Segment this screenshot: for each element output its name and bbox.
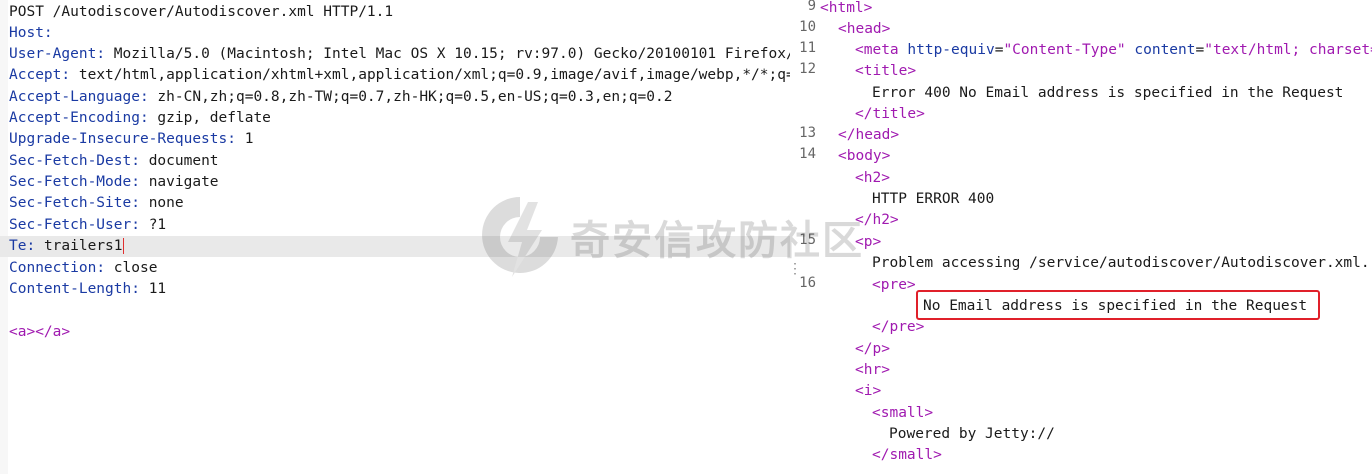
head-close-tag: </head> <box>838 127 900 143</box>
header-host: Host: <box>9 25 53 41</box>
h2-close-tag: </h2> <box>855 212 899 228</box>
body-open-tag: <body> <box>838 148 891 164</box>
header-upgrade-insecure-requests: Upgrade-Insecure-Requests: 1 <box>9 131 254 147</box>
title-text: Error 400 No Email address is specified … <box>872 85 1344 101</box>
small-close-tag: </small> <box>872 447 942 463</box>
header-sec-fetch-mode: Sec-Fetch-Mode: navigate <box>9 174 219 190</box>
p-text: Problem accessing /service/autodiscover/… <box>872 255 1372 271</box>
header-sec-fetch-user: Sec-Fetch-User: ?1 <box>9 217 167 233</box>
line-number: 13 <box>799 125 816 141</box>
title-close-tag: </title> <box>855 106 925 122</box>
request-editor[interactable]: POST /Autodiscover/Autodiscover.xml HTTP… <box>0 0 790 474</box>
pre-close-tag: </pre> <box>872 319 925 335</box>
response-viewer[interactable]: 9 10 11 12 13 14 15 16 <html> <head> <me… <box>792 0 1372 474</box>
hr-tag: <hr> <box>855 362 890 378</box>
h2-open-tag: <h2> <box>855 170 890 186</box>
header-sec-fetch-site: Sec-Fetch-Site: none <box>9 195 184 211</box>
html-open-tag: <html> <box>820 0 873 16</box>
request-body: <a></a> <box>9 324 71 340</box>
request-line: POST /Autodiscover/Autodiscover.xml HTTP… <box>9 4 394 20</box>
header-accept-language: Accept-Language: zh-CN,zh;q=0.8,zh-TW;q=… <box>9 89 673 105</box>
header-te[interactable]: Te: trailers1 <box>0 236 790 257</box>
line-number: 15 <box>799 232 816 248</box>
header-accept: Accept: text/html,application/xhtml+xml,… <box>9 67 790 83</box>
header-connection: Connection: close <box>9 260 158 276</box>
text-caret <box>122 238 124 254</box>
small-open-tag: <small> <box>872 405 934 421</box>
error-highlight-box <box>916 290 1320 320</box>
header-user-agent: User-Agent: Mozilla/5.0 (Macintosh; Inte… <box>9 46 790 62</box>
header-content-length: Content-Length: 11 <box>9 281 167 297</box>
line-number: 16 <box>799 275 816 291</box>
line-number: 10 <box>799 19 816 35</box>
meta-tag: <meta http-equiv="Content-Type" content=… <box>855 42 1372 58</box>
p-open-tag: <p> <box>855 234 882 250</box>
line-number: 11 <box>799 40 816 56</box>
head-open-tag: <head> <box>838 21 891 37</box>
line-number: 12 <box>799 61 816 77</box>
header-sec-fetch-dest: Sec-Fetch-Dest: document <box>9 153 219 169</box>
p-close-tag: </p> <box>855 341 890 357</box>
small-text: Powered by Jetty:// <box>889 426 1055 442</box>
line-number: 14 <box>799 146 816 162</box>
h2-text: HTTP ERROR 400 <box>872 191 995 207</box>
i-open-tag: <i> <box>855 383 882 399</box>
header-accept-encoding: Accept-Encoding: gzip, deflate <box>9 110 271 126</box>
title-open-tag: <title> <box>855 63 917 79</box>
pre-open-tag: <pre> <box>872 277 916 293</box>
line-number: 9 <box>807 0 816 14</box>
